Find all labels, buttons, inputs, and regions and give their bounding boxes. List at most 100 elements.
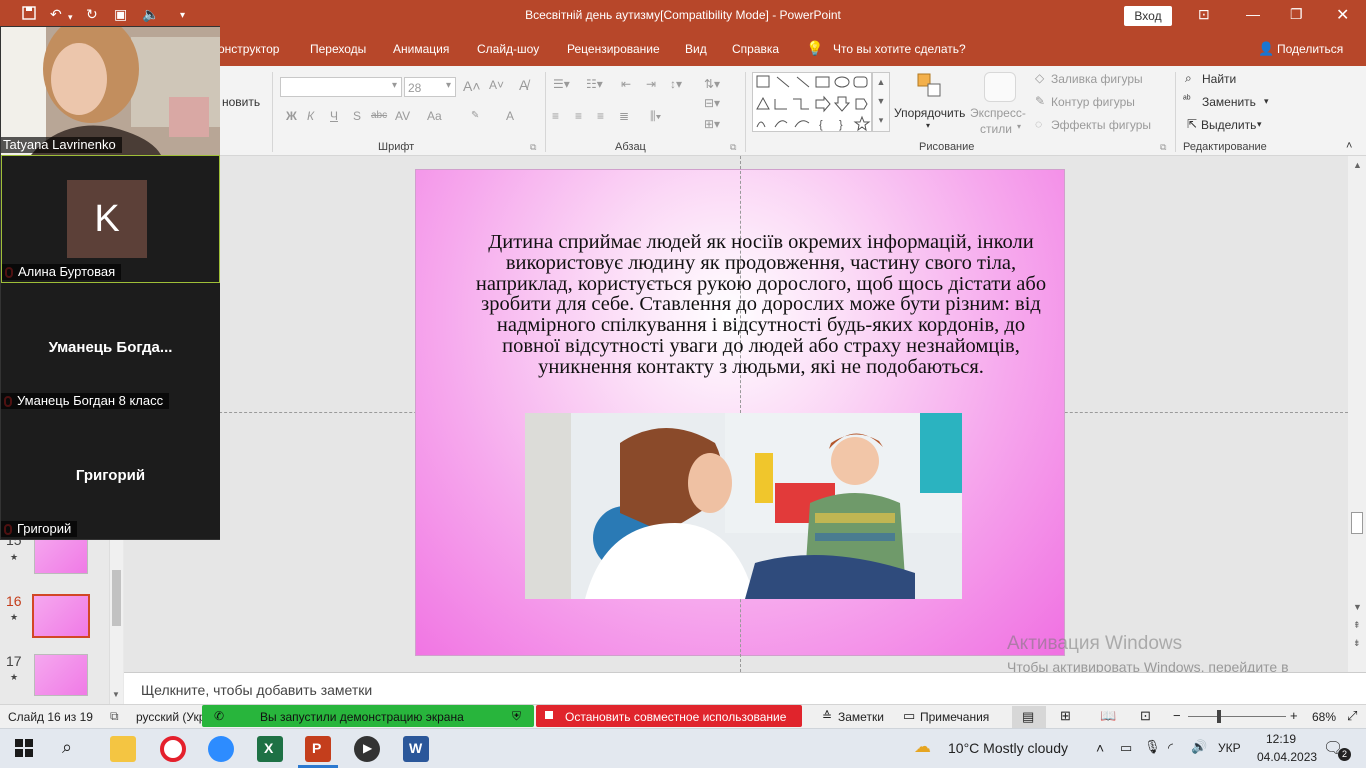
ribbon-display-options-icon[interactable]: ⊡ <box>1198 6 1210 23</box>
zoom-out-icon[interactable]: − <box>1173 708 1181 723</box>
char-spacing-button[interactable]: AV <box>395 109 410 123</box>
change-case-button[interactable]: Aa <box>427 109 442 123</box>
close-icon[interactable]: ✕ <box>1336 5 1349 25</box>
bold-button[interactable]: Ж <box>286 109 297 123</box>
find-button[interactable]: Найти <box>1202 72 1236 86</box>
tab-review[interactable]: Рецензирование <box>567 42 660 56</box>
tab-transitions[interactable]: Переходы <box>310 42 366 56</box>
stop-sharing-button[interactable]: Остановить совместное использование <box>536 705 802 727</box>
zoom-slider[interactable] <box>1188 716 1286 717</box>
shape-fill-button[interactable]: Заливка фигуры <box>1051 72 1143 86</box>
notes-toggle-button[interactable]: Заметки <box>838 710 884 724</box>
font-color-button[interactable]: A <box>506 109 514 123</box>
tab-design[interactable]: онструктор <box>218 42 279 56</box>
share-button[interactable]: Поделиться <box>1277 42 1343 56</box>
decrease-indent-icon[interactable]: ⇤ <box>621 77 631 91</box>
word-icon[interactable]: W <box>403 736 429 762</box>
slide-thumbnail[interactable] <box>34 654 88 696</box>
strikethrough-button[interactable]: abc <box>371 110 387 121</box>
volume-icon[interactable]: 🔊 <box>1191 739 1207 755</box>
powerpoint-icon[interactable]: P <box>305 736 331 762</box>
justify-icon[interactable]: ≣ <box>619 109 629 123</box>
opera-icon[interactable] <box>160 736 186 762</box>
excel-icon[interactable]: X <box>257 736 283 762</box>
file-explorer-icon[interactable] <box>110 736 136 762</box>
tab-help[interactable]: Справка <box>732 42 779 56</box>
notes-pane[interactable]: Щелкните, чтобы добавить заметки <box>124 672 1366 704</box>
quick-styles-icon[interactable] <box>984 72 1016 102</box>
smartart-icon[interactable]: ⊞▾ <box>704 117 720 131</box>
zoom-level[interactable]: 68% <box>1312 710 1336 724</box>
previous-slide-icon[interactable]: ⇞ <box>1353 620 1361 631</box>
renew-label-partial[interactable]: новить <box>222 95 260 109</box>
shadow-button[interactable]: S <box>353 109 361 123</box>
tab-slideshow[interactable]: Слайд-шоу <box>477 42 539 56</box>
language-indicator[interactable]: русский (Укр <box>136 710 205 724</box>
next-slide-icon[interactable]: ⇟ <box>1353 638 1361 649</box>
shrink-font-icon[interactable]: A˅ <box>489 78 504 92</box>
minimize-icon[interactable]: — <box>1246 6 1260 22</box>
proofing-icon[interactable]: ⧉ <box>110 709 119 724</box>
tell-me-search[interactable]: Что вы хотите сделать? <box>833 42 966 56</box>
align-right-icon[interactable]: ≡ <box>597 109 604 123</box>
text-direction-icon[interactable]: ⇅▾ <box>704 77 720 91</box>
shapes-gallery[interactable]: { } <box>752 72 872 132</box>
replace-button[interactable]: Заменить <box>1202 95 1256 109</box>
quick-styles-label[interactable]: Экспресс- <box>970 106 1026 120</box>
scrollbar-thumb[interactable] <box>1351 512 1363 534</box>
align-left-icon[interactable]: ≡ <box>552 109 559 123</box>
slideshow-view-icon[interactable]: ⊡ <box>1140 708 1151 724</box>
shape-outline-button[interactable]: Контур фигуры <box>1051 95 1135 109</box>
scrollbar-thumb[interactable] <box>112 570 121 626</box>
slide-photo[interactable] <box>525 413 962 599</box>
windows-start-icon[interactable] <box>14 738 34 761</box>
align-text-icon[interactable]: ⊟▾ <box>704 96 720 110</box>
reading-view-icon[interactable]: 📖 <box>1100 708 1116 724</box>
fit-to-window-icon[interactable]: ⤢ <box>1347 708 1357 724</box>
select-button[interactable]: Выделить <box>1201 118 1256 132</box>
columns-icon[interactable]: ⫼▾ <box>650 109 661 124</box>
microphone-icon[interactable]: 🎙 <box>1144 739 1161 755</box>
comments-toggle-button[interactable]: Примечания <box>920 710 989 724</box>
grow-font-icon[interactable]: A˄ <box>463 78 481 94</box>
battery-icon[interactable]: ▭ <box>1120 740 1132 756</box>
slide-text-box[interactable]: Дитина сприймає людей як носіїв окремих … <box>468 232 1054 378</box>
editor-scrollbar[interactable]: ▲ ▼ ⇞ ⇟ <box>1348 156 1366 672</box>
italic-button[interactable]: К <box>307 109 314 123</box>
highlight-icon[interactable]: ✎ <box>471 110 479 121</box>
numbering-icon[interactable]: ☷▾ <box>586 77 603 91</box>
bullets-icon[interactable]: ☰▾ <box>553 77 570 91</box>
clock-time[interactable]: 12:19 <box>1266 732 1296 746</box>
tab-animations[interactable]: Анимация <box>393 42 449 56</box>
scroll-down-icon[interactable]: ▼ <box>112 690 120 699</box>
weather-text[interactable]: 10°C Mostly cloudy <box>948 740 1068 756</box>
line-spacing-icon[interactable]: ↕▾ <box>670 77 682 91</box>
quick-styles-label-2[interactable]: стили <box>980 122 1012 136</box>
font-name-combo[interactable]: ▾ <box>280 77 402 97</box>
shape-effects-button[interactable]: Эффекты фигуры <box>1051 118 1151 132</box>
tab-view[interactable]: Вид <box>685 42 707 56</box>
network-icon[interactable]: ◜ <box>1168 740 1173 756</box>
weather-icon[interactable]: ☁ <box>914 737 931 757</box>
zoom-in-icon[interactable]: + <box>1290 708 1298 723</box>
paragraph-dialog-launcher-icon[interactable]: ⧉ <box>730 142 736 153</box>
scroll-up-icon[interactable]: ▲ <box>1353 160 1362 170</box>
scroll-down-icon[interactable]: ▼ <box>1353 602 1362 612</box>
participant-tile[interactable]: K Алина Буртовая <box>1 155 220 283</box>
font-dialog-launcher-icon[interactable]: ⧉ <box>530 142 536 153</box>
input-language[interactable]: УКР <box>1218 741 1241 755</box>
increase-indent-icon[interactable]: ⇥ <box>646 77 656 91</box>
align-center-icon[interactable]: ≡ <box>575 109 582 123</box>
arrange-button[interactable]: Упорядочить <box>894 106 965 120</box>
restore-icon[interactable]: ❐ <box>1290 6 1303 23</box>
media-player-icon[interactable]: ▶ <box>354 736 380 762</box>
drawing-dialog-launcher-icon[interactable]: ⧉ <box>1160 142 1166 153</box>
participant-tile-video[interactable]: Tatyana Lavrinenko <box>1 27 220 155</box>
arrange-icon[interactable] <box>916 72 944 100</box>
slide-thumbnail-selected[interactable] <box>32 594 90 638</box>
clear-format-icon[interactable]: A̸ <box>519 77 528 93</box>
zoom-slider-thumb[interactable] <box>1217 710 1221 723</box>
search-icon[interactable]: ⌕ <box>62 737 72 758</box>
sign-in-button[interactable]: Вход <box>1124 6 1172 26</box>
normal-view-button[interactable]: ▤ <box>1012 706 1046 728</box>
